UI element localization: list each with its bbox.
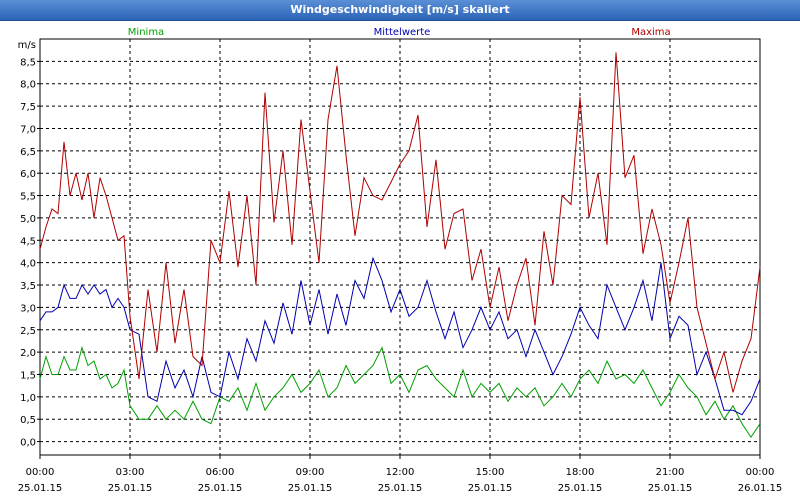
y-tick-label: 0,0 — [20, 438, 36, 449]
legend-mittelwerte: Mittelwerte — [374, 27, 431, 38]
x-tick-date-label: 25.01.15 — [558, 483, 603, 494]
y-tick-label: 6,5 — [20, 147, 36, 158]
x-tick-time-label: 15:00 — [476, 467, 505, 478]
x-tick-date-label: 25.01.15 — [468, 483, 513, 494]
x-tick-time-label: 09:00 — [296, 467, 325, 478]
x-tick-date-label: 25.01.15 — [288, 483, 333, 494]
y-tick-label: 5,5 — [20, 192, 36, 203]
window-title: Windgeschwindigkeit [m/s] skaliert — [290, 3, 510, 16]
y-tick-label: 1,5 — [20, 370, 36, 381]
x-tick-time-label: 03:00 — [116, 467, 145, 478]
y-axis-label: m/s — [18, 40, 36, 51]
x-tick-date-label: 25.01.15 — [18, 483, 63, 494]
y-tick-label: 2,0 — [20, 348, 36, 359]
y-tick-label: 7,0 — [20, 124, 36, 135]
x-tick-date-label: 25.01.15 — [378, 483, 423, 494]
y-tick-label: 1,0 — [20, 393, 36, 404]
y-tick-label: 0,5 — [20, 415, 36, 426]
legend-maxima: Maxima — [631, 27, 670, 38]
x-tick-time-label: 00:00 — [26, 467, 55, 478]
y-tick-label: 2,5 — [20, 326, 36, 337]
y-tick-label: 5,0 — [20, 214, 36, 225]
x-tick-date-label: 26.01.15 — [738, 483, 783, 494]
x-tick-date-label: 25.01.15 — [648, 483, 693, 494]
y-tick-label: 6,0 — [20, 169, 36, 180]
y-tick-label: 4,5 — [20, 236, 36, 247]
y-tick-label: 8,0 — [20, 80, 36, 91]
x-tick-time-label: 12:00 — [386, 467, 415, 478]
y-tick-label: 3,5 — [20, 281, 36, 292]
legend-minima: Minima — [128, 27, 164, 38]
x-tick-time-label: 00:00 — [746, 467, 775, 478]
y-tick-label: 3,0 — [20, 303, 36, 314]
x-tick-time-label: 06:00 — [206, 467, 235, 478]
x-tick-time-label: 18:00 — [566, 467, 595, 478]
x-tick-time-label: 21:00 — [656, 467, 685, 478]
x-tick-date-label: 25.01.15 — [198, 483, 243, 494]
x-tick-date-label: 25.01.15 — [108, 483, 153, 494]
y-tick-label: 8,5 — [20, 57, 36, 68]
title-bar: Windgeschwindigkeit [m/s] skaliert — [0, 0, 800, 21]
y-tick-label: 7,5 — [20, 102, 36, 113]
wind-speed-chart: 0,0 0,5 1,0 1,5 2,0 2,5 3,0 3,5 4,0 4,5 5,0 5,5 6,0 6… — [18, 27, 783, 494]
y-tick-label: 4,0 — [20, 259, 36, 270]
